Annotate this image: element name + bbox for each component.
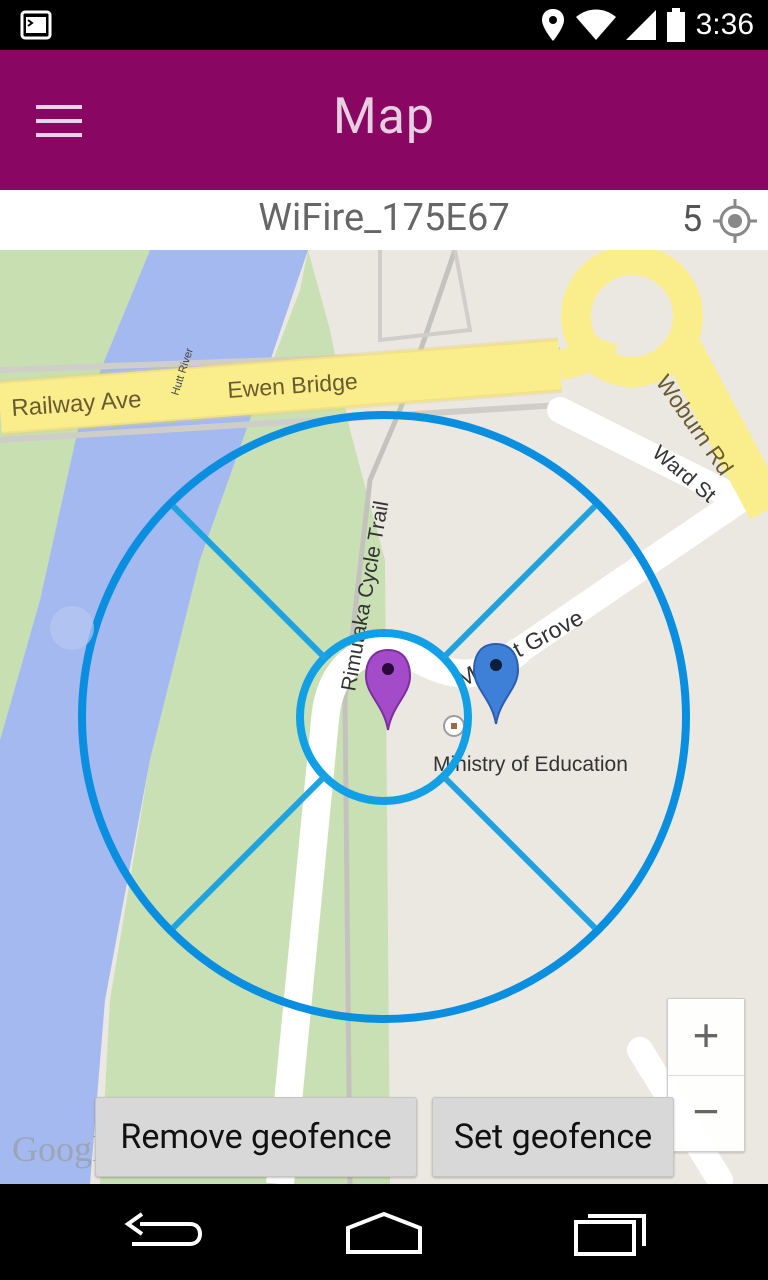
map-canvas: Railway Ave Ewen Bridge Hutt River Wobur…: [0, 250, 768, 1184]
location-icon: [541, 9, 564, 41]
back-icon[interactable]: [110, 1204, 210, 1264]
zoom-out-button[interactable]: −: [668, 1075, 744, 1151]
zoom-controls: + −: [667, 998, 745, 1152]
device-count: 5: [682, 198, 703, 240]
wifi-icon: [575, 9, 616, 40]
home-icon[interactable]: [334, 1204, 434, 1264]
locate-icon[interactable]: [712, 198, 758, 244]
device-name: WiFire_175E67: [258, 196, 510, 240]
set-geofence-button[interactable]: Set geofence: [432, 1097, 674, 1177]
recents-icon[interactable]: [560, 1204, 660, 1264]
battery-icon: [666, 8, 685, 42]
zoom-in-button[interactable]: +: [668, 999, 744, 1076]
map-view[interactable]: Railway Ave Ewen Bridge Hutt River Wobur…: [0, 250, 768, 1184]
clock: 3:36: [695, 8, 754, 41]
page-title: Map: [333, 88, 435, 146]
terminal-icon: [20, 10, 52, 40]
navigation-bar: [0, 1184, 768, 1280]
remove-geofence-button[interactable]: Remove geofence: [95, 1097, 417, 1177]
status-bar: 3:36: [0, 0, 768, 50]
signal-icon: [625, 10, 656, 40]
